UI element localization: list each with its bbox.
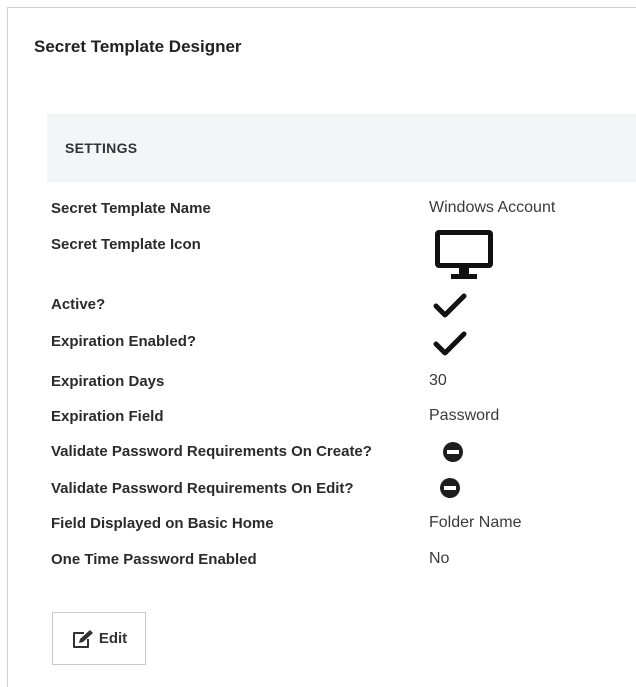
- row-label-basic-home-field: Field Displayed on Basic Home: [51, 515, 274, 532]
- row-value-expiration-field: Password: [429, 407, 500, 424]
- row-label-expiration-field: Expiration Field: [51, 408, 164, 425]
- edit-button-label: Edit: [98, 630, 128, 647]
- row-label-template-icon: Secret Template Icon: [51, 236, 201, 253]
- row-label-expiration-days: Expiration Days: [51, 373, 165, 390]
- edit-button[interactable]: Edit: [52, 612, 146, 665]
- row-label-template-name: Secret Template Name: [51, 200, 211, 217]
- minus-circle-icon: [443, 442, 463, 462]
- row-label-otp-enabled: One Time Password Enabled: [51, 551, 257, 568]
- row-value-template-name: Windows Account: [429, 199, 556, 216]
- row-value-otp-enabled: No: [429, 550, 450, 567]
- row-label-expiration-enabled: Expiration Enabled?: [51, 333, 197, 350]
- page-title: Secret Template Designer: [34, 37, 242, 56]
- settings-section-title: SETTINGS: [65, 140, 138, 156]
- row-value-basic-home-field: Folder Name: [429, 514, 522, 531]
- row-value-expiration-days: 30: [429, 372, 447, 389]
- checkmark-icon: [433, 293, 467, 318]
- monitor-icon: [435, 230, 493, 279]
- edit-icon: [72, 629, 93, 648]
- settings-header: SETTINGS: [47, 114, 636, 182]
- minus-circle-icon: [440, 478, 460, 498]
- checkmark-icon: [433, 331, 467, 356]
- row-label-validate-on-create: Validate Password Requirements On Create…: [51, 443, 372, 460]
- row-label-active: Active?: [51, 296, 106, 313]
- row-label-validate-on-edit: Validate Password Requirements On Edit?: [51, 480, 354, 497]
